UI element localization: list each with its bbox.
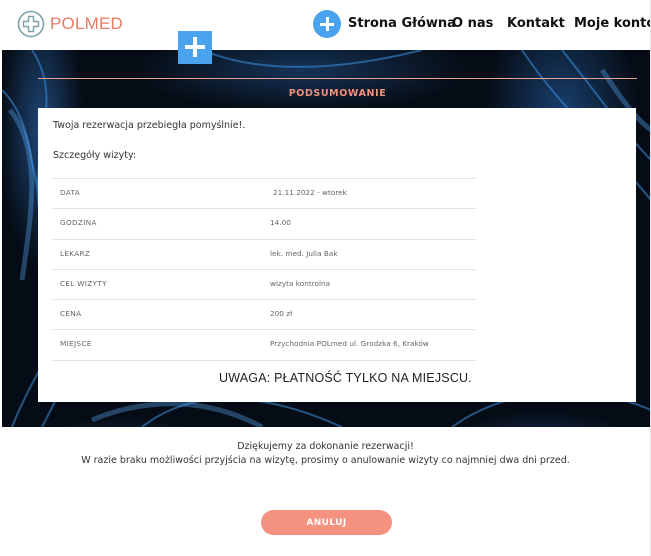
row-value: 200 zł: [270, 309, 293, 319]
cancellation-note: W razie braku możliwości przyjścia na wi…: [81, 455, 570, 466]
site-header: POLMED Strona Główna O nas Kontakt Moje …: [0, 0, 651, 50]
table-row: MIEJSCE Przychodnia POLmed ul. Grodzka 6…: [53, 329, 476, 361]
nav-link-home[interactable]: Strona Główna: [348, 16, 456, 31]
payment-warning: UWAGA: PŁATNOŚĆ TYLKO NA MIEJSCU.: [219, 371, 472, 385]
plus-square-icon: [178, 31, 212, 64]
row-label: CEL WIZYTY: [60, 278, 107, 288]
details-label: Szczegóły wizyty:: [53, 150, 137, 161]
logo[interactable]: POLMED: [17, 10, 123, 38]
row-value: lek. med. Julia Bak: [270, 248, 338, 258]
nav-link-account[interactable]: Moje konto: [574, 16, 651, 31]
success-message: Twoja rezerwacja przebiegła pomyślnie!.: [53, 120, 246, 131]
row-label: MIEJSCE: [60, 339, 92, 349]
row-label: GODZINA: [60, 218, 97, 228]
hero-background: PODSUMOWANIE Twoja rezerwacja przebiegła…: [2, 50, 651, 427]
row-value: 14.00: [270, 218, 291, 228]
table-row: LEKARZ lek. med. Julia Bak: [53, 238, 476, 269]
table-row: CENA 200 zł: [53, 299, 476, 329]
nav-link-contact[interactable]: Kontakt: [507, 16, 565, 31]
thanks-message: Dziękujemy za dokonanie rezerwacji!: [237, 441, 414, 452]
row-value: Przychodnia POLmed ul. Grodzka 6, Kraków: [270, 339, 429, 349]
row-label: CENA: [60, 309, 82, 319]
table-row: CEL WIZYTY wizyta kontrolna: [53, 268, 476, 299]
table-row: GODZINA 14.00: [53, 208, 476, 238]
cancel-button[interactable]: ANULUJ: [261, 510, 392, 535]
table-row: DATA 21.11.2022 - wtorek: [53, 178, 476, 208]
divider: [38, 78, 637, 79]
row-label: DATA: [60, 188, 80, 197]
row-value: 21.11.2022 - wtorek: [273, 188, 347, 197]
summary-card: Twoja rezerwacja przebiegła pomyślnie!. …: [38, 108, 636, 402]
summary-title: PODSUMOWANIE: [288, 88, 387, 99]
plus-circle-icon: [313, 10, 341, 38]
nav-link-about[interactable]: O nas: [452, 16, 493, 31]
row-label: LEKARZ: [60, 248, 91, 258]
details-table: DATA 21.11.2022 - wtorek GODZINA 14.00 L…: [53, 178, 476, 361]
medical-cross-logo-icon: [17, 10, 45, 38]
row-value: wizyta kontrolna: [270, 278, 331, 288]
logo-text: POLMED: [50, 14, 123, 33]
